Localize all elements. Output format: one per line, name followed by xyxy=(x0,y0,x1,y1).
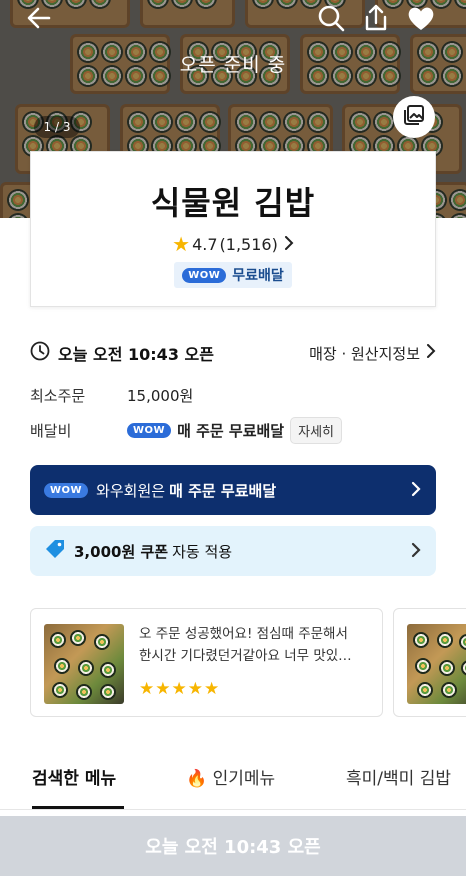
search-icon[interactable] xyxy=(316,3,346,33)
review-count: (1,516) xyxy=(219,234,278,254)
chevron-right-icon xyxy=(411,478,422,502)
chevron-right-icon xyxy=(426,344,436,362)
menu-category-tabs: 검색한 메뉴 🔥 인기메뉴 흑미/백미 김밥 xyxy=(0,754,466,810)
store-origin-info-link[interactable]: 매장 · 원산지정보 xyxy=(309,343,436,364)
wow-banner-highlight: 매 주문 무료배달 xyxy=(169,481,277,500)
wow-badge: WOW xyxy=(44,482,89,498)
coupon-amount: 3,000원 쿠폰 xyxy=(74,542,169,561)
review-card[interactable]: 오 주문 성공했어요! 점심때 주문해서 한시간 기다렸던거같아요 너무 맛있…… xyxy=(30,608,383,717)
gallery-icon xyxy=(403,104,425,130)
wow-membership-banner[interactable]: WOW 와우회원은 매 주문 무료배달 xyxy=(30,465,436,515)
review-stars: ★★★★★ xyxy=(139,679,221,699)
star-icon: ★ xyxy=(172,232,191,256)
wow-badge: WOW xyxy=(182,267,227,283)
review-card[interactable] xyxy=(393,608,466,717)
wow-banner-prefix: 와우회원은 xyxy=(96,481,166,500)
open-preparation-status: 오픈 준비 중 xyxy=(179,54,287,76)
delivery-fee-label: 배달비 xyxy=(30,421,72,440)
store-info-card: 식물원 김밥 ★ 4.7 (1,516) WOW 무료배달 xyxy=(30,151,436,307)
store-name: 식물원 김밥 xyxy=(150,184,316,222)
delivery-fee-row: 배달비 WOW 매 주문 무료배달 자세히 xyxy=(30,416,436,444)
store-origin-info-label: 매장 · 원산지정보 xyxy=(309,344,420,363)
store-rating[interactable]: ★ 4.7 (1,516) xyxy=(31,234,435,254)
share-icon[interactable] xyxy=(361,3,391,33)
bottom-open-time: 오늘 오전 10:43 오픈 xyxy=(145,837,321,858)
photo-counter: 1 / 3 xyxy=(34,116,80,138)
wow-badge: WOW xyxy=(127,422,172,438)
coupon-suffix: 자동 적용 xyxy=(172,542,233,561)
delivery-fee-value: 매 주문 무료배달 xyxy=(177,421,285,440)
delivery-fee-detail-button[interactable]: 자세히 xyxy=(290,416,342,444)
back-arrow-icon[interactable] xyxy=(24,3,54,33)
active-tab-indicator xyxy=(32,806,124,809)
clock-icon xyxy=(30,341,50,365)
min-order-value: 15,000원 xyxy=(127,386,194,405)
chevron-right-icon xyxy=(284,235,294,254)
coupon-tag-icon xyxy=(44,538,66,564)
review-photo xyxy=(44,624,124,704)
opening-hours-row: 오늘 오전 10:43 오픈 매장 · 원산지정보 xyxy=(30,341,436,365)
coupon-banner[interactable]: 3,000원 쿠폰 자동 적용 xyxy=(30,526,436,576)
chevron-right-icon xyxy=(411,539,422,563)
tab-popular-menu[interactable]: 🔥 인기메뉴 xyxy=(186,764,275,789)
free-delivery-label: 무료배달 xyxy=(232,268,284,284)
review-text: 오 주문 성공했어요! 점심때 주문해서 한시간 기다렸던거같아요 너무 맛있… xyxy=(139,626,352,664)
tab-searched-menu[interactable]: 검색한 메뉴 xyxy=(32,764,116,789)
free-delivery-badge: WOW 무료배달 xyxy=(174,262,292,288)
gallery-button[interactable] xyxy=(393,96,435,138)
min-order-row: 최소주문 15,000원 xyxy=(30,384,436,406)
top-navigation-bar xyxy=(0,0,466,36)
review-photo xyxy=(407,624,466,704)
opening-time: 오늘 오전 10:43 오픈 xyxy=(58,345,214,364)
tab-brown-white-rice-gimbap[interactable]: 흑미/백미 김밥 xyxy=(346,764,451,789)
rating-value: 4.7 xyxy=(192,234,218,254)
heart-icon[interactable] xyxy=(406,3,436,33)
order-disabled-button[interactable]: 오늘 오전 10:43 오픈 xyxy=(0,816,466,876)
min-order-label: 최소주문 xyxy=(30,386,86,405)
